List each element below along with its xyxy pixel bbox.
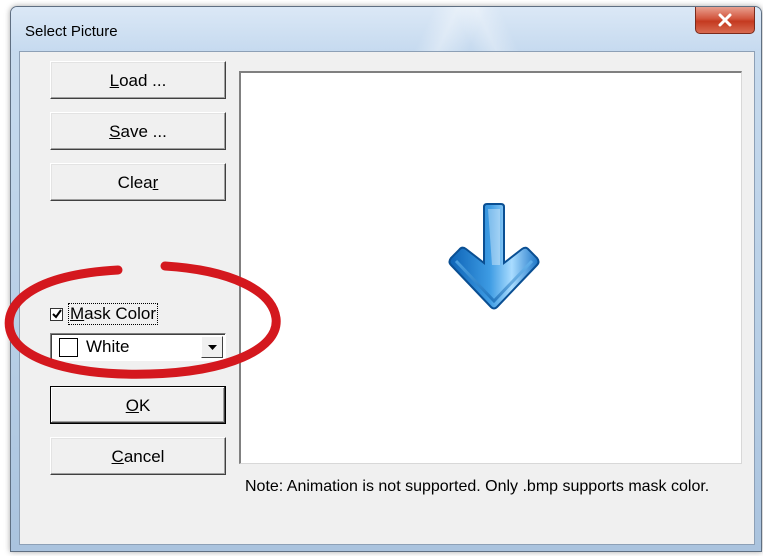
load-mnemonic: L — [109, 71, 120, 90]
mask-color-dropdown[interactable]: White — [50, 333, 226, 361]
mask-color-checkbox[interactable] — [50, 307, 63, 321]
chevron-down-icon — [207, 344, 217, 350]
dialog-client-area: Load ... Save ... Clear Mask Color White… — [19, 51, 755, 545]
save-button[interactable]: Save ... — [50, 112, 226, 150]
clear-label: Clea — [117, 173, 153, 192]
mask-label-text: ask Color — [84, 304, 156, 323]
mask-mnemonic: M — [70, 304, 85, 323]
mask-color-label[interactable]: Mask Color — [68, 303, 158, 325]
picture-preview — [239, 71, 742, 464]
window-title: Select Picture — [25, 23, 118, 40]
save-mnemonic: S — [109, 122, 121, 141]
mask-color-row: Mask Color — [50, 303, 158, 325]
cancel-mnemonic: C — [111, 447, 124, 466]
note-text: Note: Animation is not supported. Only .… — [245, 478, 710, 495]
dropdown-arrow-button[interactable] — [201, 336, 223, 358]
color-swatch — [59, 337, 78, 357]
clear-mnemonic: r — [152, 173, 159, 192]
load-button[interactable]: Load ... — [50, 61, 226, 99]
close-icon — [718, 13, 732, 27]
ok-label: K — [138, 396, 151, 415]
check-icon — [51, 309, 62, 319]
cancel-label: ancel — [123, 447, 165, 466]
arrow-down-icon — [448, 203, 540, 310]
load-label: oad ... — [119, 71, 167, 90]
save-label: ave ... — [120, 122, 167, 141]
title-bar[interactable]: Select Picture — [11, 7, 761, 51]
ok-button[interactable]: OK — [50, 386, 226, 424]
clear-button[interactable]: Clear — [50, 163, 226, 201]
ok-mnemonic: O — [125, 396, 139, 415]
close-button[interactable] — [695, 7, 755, 34]
select-picture-dialog: Select Picture Load ... Save ... Clear M… — [10, 6, 762, 552]
cancel-button[interactable]: Cancel — [50, 437, 226, 475]
mask-color-value: White — [86, 337, 130, 356]
